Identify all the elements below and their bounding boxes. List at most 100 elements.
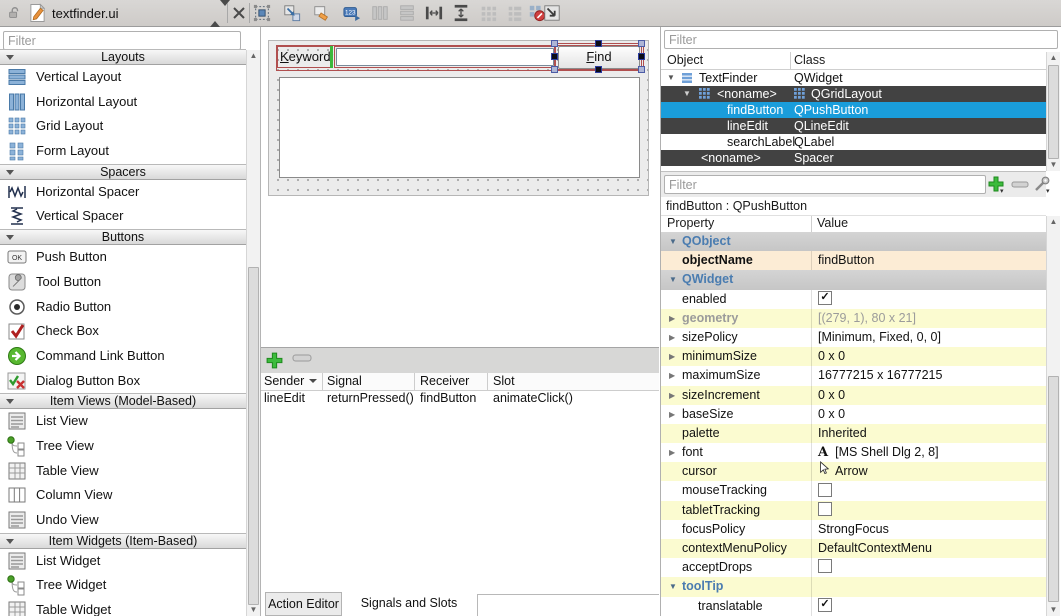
scrollbar-thumb[interactable] [1048, 376, 1059, 602]
widget-box-section-layouts[interactable]: Layouts [0, 49, 246, 65]
property-row-sizeIncrement[interactable]: ▶sizeIncrement0 x 0 [661, 386, 1046, 405]
widget-box-item-list-widget[interactable]: List Widget [0, 549, 246, 574]
object-inspector-scrollbar[interactable]: ▲ ▼ [1046, 52, 1060, 171]
resize-handle[interactable] [551, 66, 558, 73]
edit-widgets-icon[interactable] [253, 4, 271, 22]
property-row-objectName[interactable]: objectNamefindButton [661, 251, 1046, 270]
edit-buddies-icon[interactable] [313, 4, 331, 22]
widget-box-section-spacers[interactable]: Spacers [0, 164, 246, 180]
scroll-up-icon[interactable]: ▲ [1047, 52, 1060, 64]
property-row-font[interactable]: ▶fontA[MS Shell Dlg 2, 8] [661, 443, 1046, 462]
property-value[interactable]: 0 x 0 [811, 386, 1046, 405]
line-edit[interactable] [336, 48, 554, 66]
widget-box-item-column-view[interactable]: Column View [0, 483, 246, 508]
property-row-cursor[interactable]: cursorArrow [661, 462, 1046, 481]
widget-box-scrollbar[interactable]: ▲ ▼ [246, 50, 260, 616]
widget-box-section-item-widgets-item-based-[interactable]: Item Widgets (Item-Based) [0, 533, 246, 549]
expand-arrow-icon[interactable]: ▼ [669, 577, 677, 596]
property-value[interactable]: Arrow [811, 462, 1046, 481]
lay-out-horizontal-splitter-icon[interactable] [425, 4, 443, 22]
widget-box-item-table-widget[interactable]: Table Widget [0, 598, 246, 616]
close-icon[interactable] [232, 6, 246, 20]
scroll-down-icon[interactable]: ▼ [1047, 604, 1060, 616]
resize-handle[interactable] [595, 66, 602, 73]
object-tree-row-searchLabel[interactable]: searchLabelQLabel [661, 134, 1046, 150]
expand-arrow-icon[interactable]: ▼ [683, 86, 691, 102]
widget-box-item-horizontal-layout[interactable]: Horizontal Layout [0, 90, 246, 115]
add-dynamic-property-icon[interactable]: ▾ [987, 175, 1005, 193]
widget-box-item-check-box[interactable]: Check Box [0, 319, 246, 344]
checkbox-checked[interactable]: ✓ [818, 598, 832, 612]
property-row-focusPolicy[interactable]: focusPolicyStrongFocus [661, 520, 1046, 539]
signals-table-header[interactable]: Sender Signal Receiver Slot [261, 373, 659, 391]
expand-arrow-icon[interactable]: ▶ [669, 347, 675, 366]
property-row-minimumSize[interactable]: ▶minimumSize0 x 0 [661, 347, 1046, 366]
object-inspector-filter-input[interactable] [664, 30, 1058, 49]
widget-box-item-horizontal-spacer[interactable]: Horizontal Spacer [0, 180, 246, 205]
widget-box-item-vertical-spacer[interactable]: Vertical Spacer [0, 204, 246, 229]
property-row-toolTip[interactable]: ▼toolTip [661, 577, 1046, 596]
widget-box-item-list-view[interactable]: List View [0, 409, 246, 434]
resize-handle[interactable] [638, 40, 645, 47]
object-tree-row-TextFinder[interactable]: ▼TextFinderQWidget [661, 70, 1046, 86]
checkbox-unchecked[interactable] [818, 559, 832, 573]
property-row-QObject[interactable]: ▼QObject [661, 232, 1046, 251]
lay-out-horizontally-icon[interactable] [371, 4, 389, 22]
expand-arrow-icon[interactable]: ▼ [669, 270, 677, 289]
property-table-header[interactable]: Property Value [661, 216, 1046, 233]
expand-arrow-icon[interactable]: ▶ [669, 386, 675, 405]
add-connection-icon[interactable] [265, 351, 284, 370]
file-selector-spinner[interactable] [210, 6, 222, 20]
widget-box-item-table-view[interactable]: Table View [0, 459, 246, 484]
property-row-maximumSize[interactable]: ▶maximumSize16777215 x 16777215 [661, 366, 1046, 385]
widget-box-item-grid-layout[interactable]: Grid Layout [0, 114, 246, 139]
widget-box-item-form-layout[interactable]: Form Layout [0, 139, 246, 164]
property-value[interactable]: DefaultContextMenu [811, 539, 1046, 558]
widget-box-item-push-button[interactable]: OKPush Button [0, 245, 246, 270]
expand-arrow-icon[interactable]: ▶ [669, 366, 675, 385]
text-edit[interactable] [279, 77, 640, 178]
property-value[interactable] [811, 501, 1046, 520]
property-editor-scrollbar[interactable]: ▲ ▼ [1046, 216, 1060, 616]
property-row-geometry[interactable]: ▶geometry[(279, 1), 80 x 21] [661, 309, 1046, 328]
resize-handle[interactable] [638, 53, 645, 60]
property-value[interactable]: 0 x 0 [811, 405, 1046, 424]
tab-signals-slots-editor[interactable]: Signals and Slots Editor [346, 592, 472, 616]
lay-out-form-layout-icon[interactable] [506, 4, 524, 22]
expand-arrow-icon[interactable]: ▶ [669, 328, 675, 347]
expand-arrow-icon[interactable]: ▶ [669, 443, 675, 462]
property-row-sizePolicy[interactable]: ▶sizePolicy[Minimum, Fixed, 0, 0] [661, 328, 1046, 347]
adjust-size-icon[interactable] [543, 4, 561, 22]
scroll-down-icon[interactable]: ▼ [247, 604, 260, 616]
checkbox-unchecked[interactable] [818, 483, 832, 497]
widget-box-item-tool-button[interactable]: Tool Button [0, 270, 246, 295]
property-editor-filter-input[interactable] [664, 175, 986, 194]
property-value[interactable]: A[MS Shell Dlg 2, 8] [811, 443, 1046, 462]
object-inspector-header[interactable]: Object Class [661, 52, 1046, 70]
scroll-up-icon[interactable]: ▲ [247, 50, 260, 62]
property-row-translatable[interactable]: translatable✓ [661, 597, 1046, 616]
scrollbar-thumb[interactable] [1048, 65, 1059, 159]
checkbox-checked[interactable]: ✓ [818, 291, 832, 305]
widget-box-item-dialog-button-box[interactable]: Dialog Button Box [0, 369, 246, 394]
object-tree-row-noname[interactable]: ▼<noname>QGridLayout [661, 86, 1046, 102]
property-value[interactable] [811, 577, 1046, 596]
widget-box-section-item-views-model-based-[interactable]: Item Views (Model-Based) [0, 393, 246, 409]
expand-arrow-icon[interactable]: ▼ [669, 232, 677, 251]
resize-handle[interactable] [551, 53, 558, 60]
scroll-down-icon[interactable]: ▼ [1047, 159, 1060, 171]
property-row-contextMenuPolicy[interactable]: contextMenuPolicyDefaultContextMenu [661, 539, 1046, 558]
expand-arrow-icon[interactable]: ▼ [667, 70, 675, 86]
property-value[interactable]: 16777215 x 16777215 [811, 366, 1046, 385]
property-value[interactable]: StrongFocus [811, 520, 1046, 539]
form-canvas[interactable]: Keyword: Find [268, 40, 649, 196]
resize-handle[interactable] [595, 40, 602, 47]
property-value[interactable]: ✓ [811, 290, 1046, 309]
scroll-up-icon[interactable]: ▲ [1047, 216, 1060, 228]
property-row-acceptDrops[interactable]: acceptDrops [661, 558, 1046, 577]
checkbox-unchecked[interactable] [818, 502, 832, 516]
property-row-baseSize[interactable]: ▶baseSize0 x 0 [661, 405, 1046, 424]
property-value[interactable]: findButton [811, 251, 1046, 270]
widget-box-filter-input[interactable] [3, 31, 241, 50]
property-row-palette[interactable]: paletteInherited [661, 424, 1046, 443]
